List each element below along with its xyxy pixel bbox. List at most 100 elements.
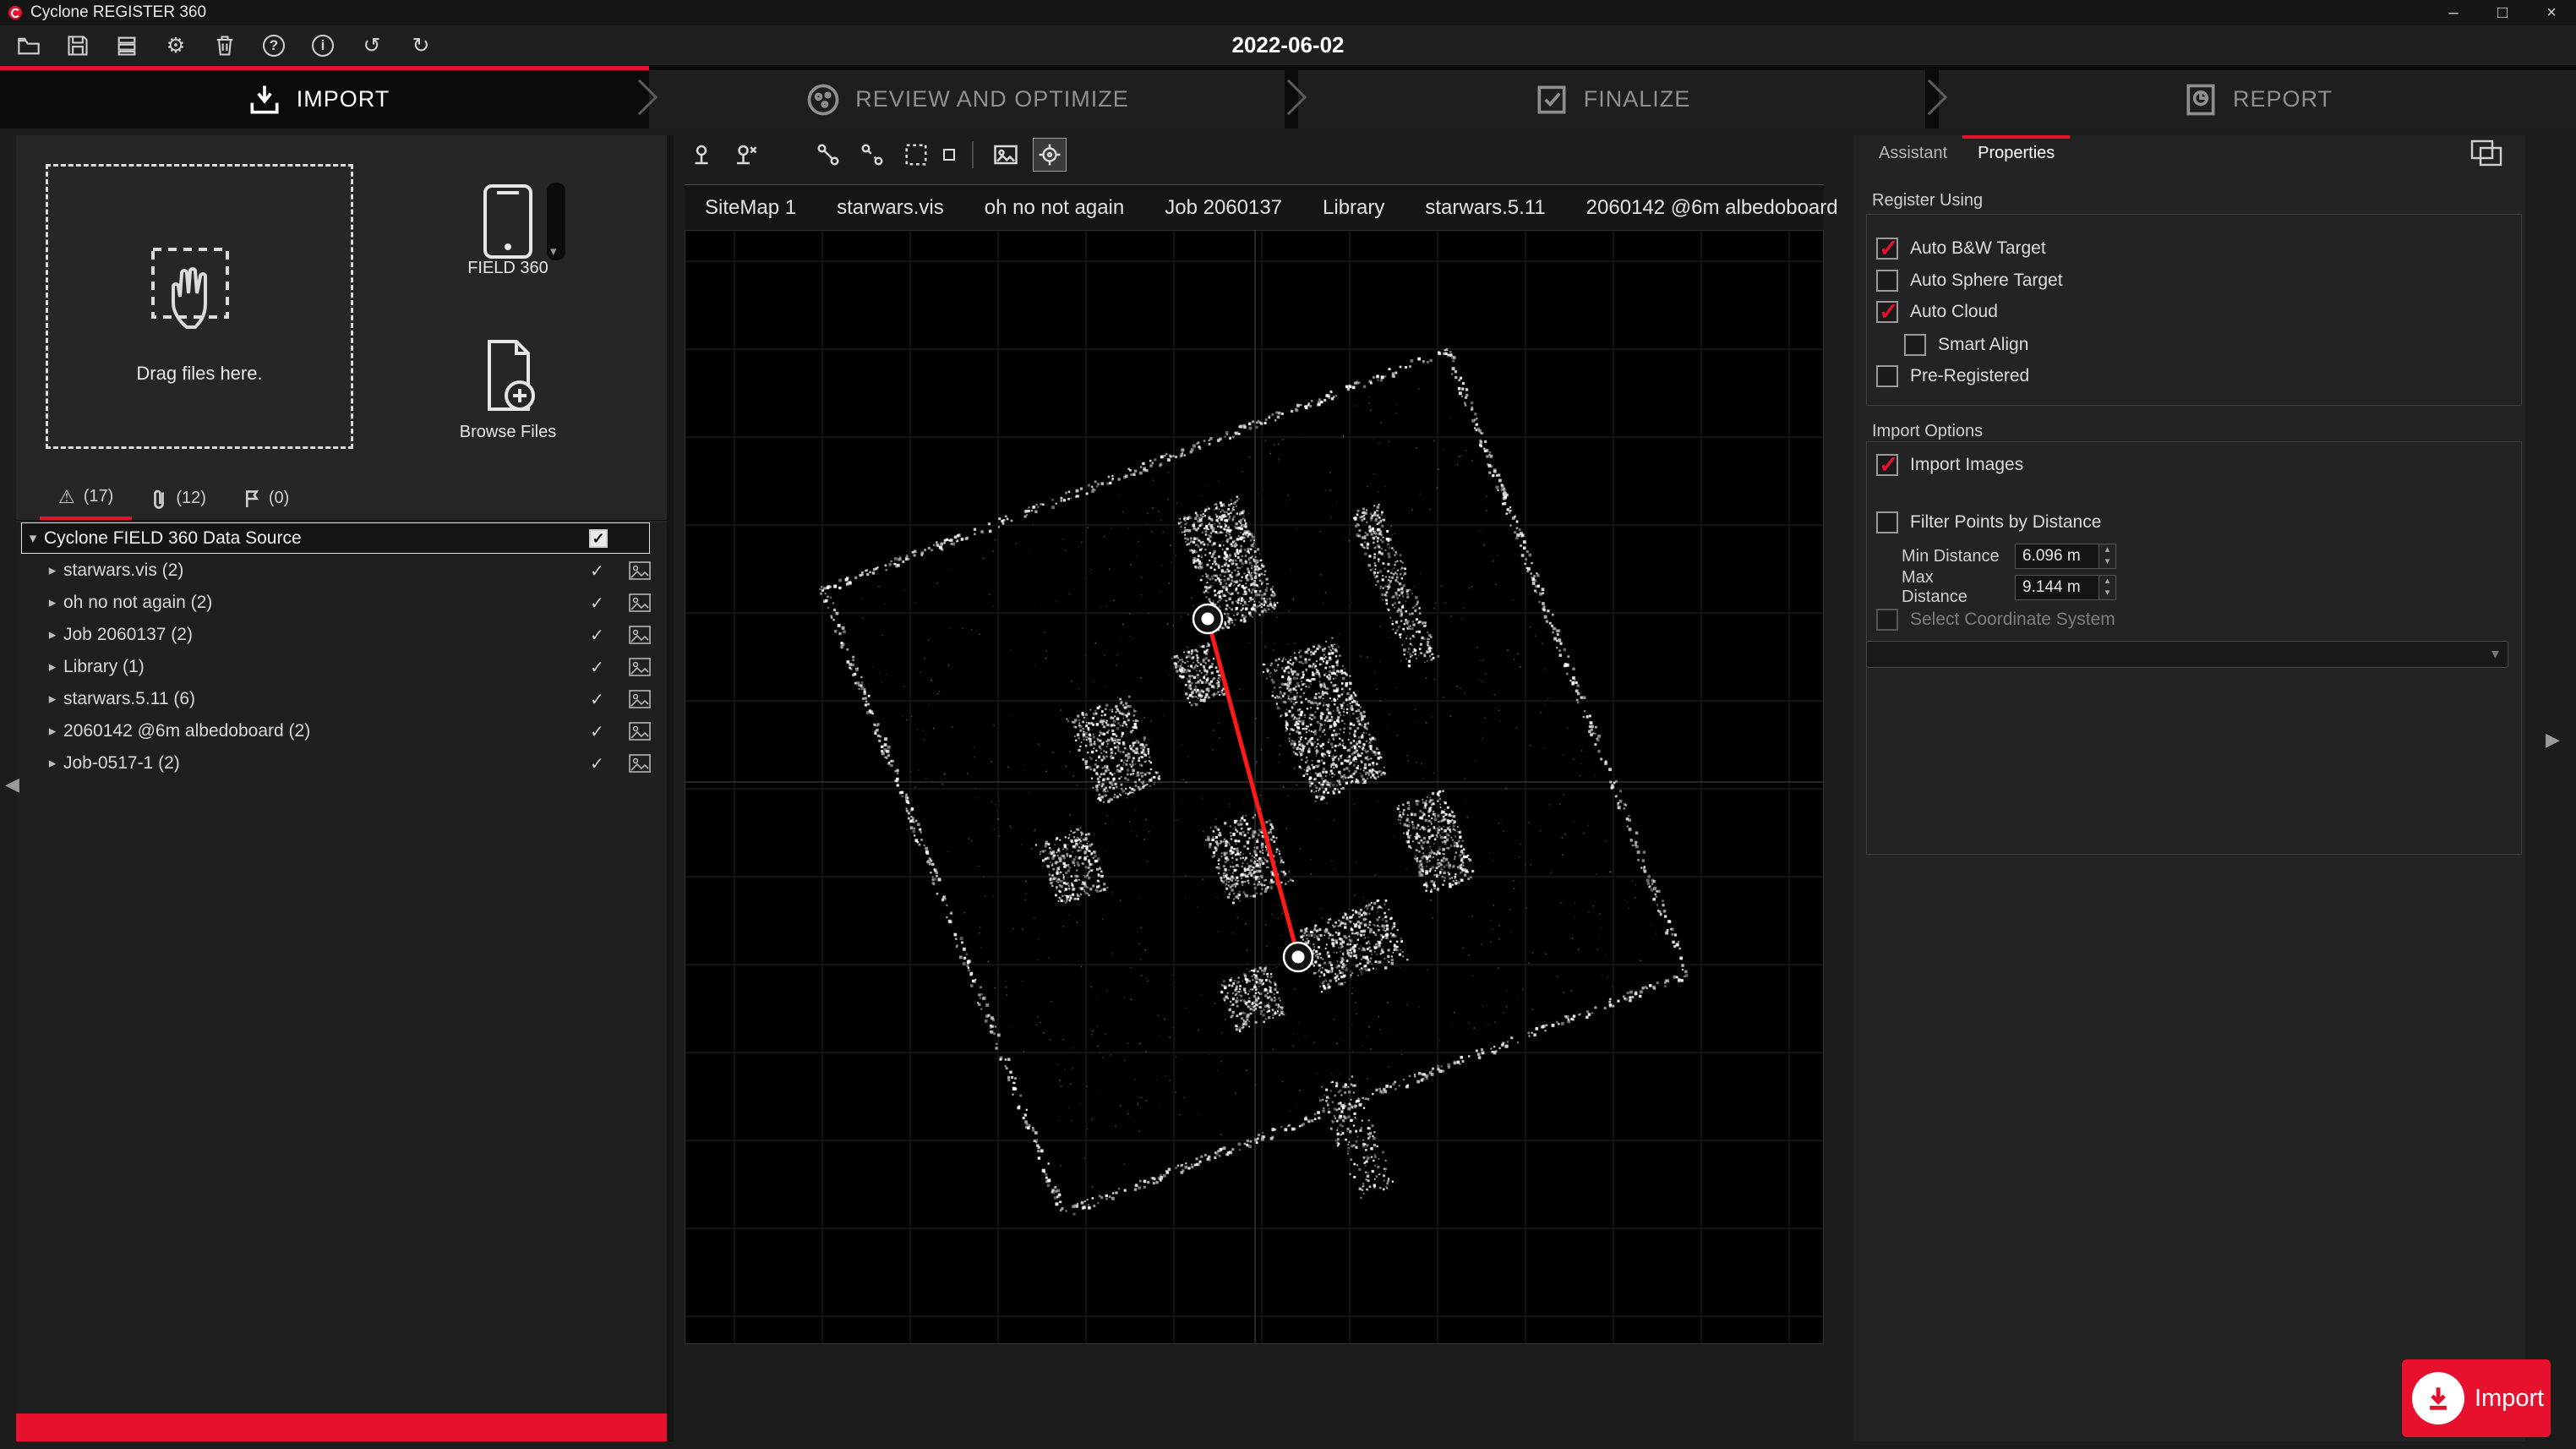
checkbox-row-auto-cloud[interactable]: ✓ Auto Cloud [1876,297,1998,327]
expand-right-panel-icon[interactable]: ▶ [2546,729,2560,751]
maximize-button[interactable]: □ [2478,0,2527,25]
tab-properties[interactable]: Properties [1962,135,2070,170]
image-icon[interactable] [628,625,652,645]
coordinate-system-dropdown[interactable]: ▾ [1866,641,2508,668]
layout-switch-icon[interactable] [2470,139,2503,167]
min-distance-label: Min Distance [1902,547,2003,566]
field-360-scroll-handle[interactable]: ▾ [547,183,565,260]
close-button[interactable]: × [2527,0,2576,25]
checkbox[interactable]: ✓ [1904,334,1926,356]
tab-attachments[interactable]: (12) [132,477,225,520]
image-icon[interactable] [628,593,652,613]
image-icon[interactable] [628,753,652,774]
tree-root-row[interactable]: ▾ Cyclone FIELD 360 Data Source ✓ [21,522,650,554]
caret-right-icon[interactable]: ▸ [41,691,63,708]
add-setup-icon[interactable] [685,138,718,172]
redo-icon[interactable]: ↻ [407,32,434,59]
sitemap-tab[interactable]: SiteMap 1 [685,186,816,230]
checkbox[interactable]: ✓ [1876,609,1898,631]
tree-item[interactable]: ▸ starwars.5.11 (6) ✓ [21,683,650,715]
image-icon[interactable] [628,657,652,677]
settings-gear-icon[interactable]: ⚙ [162,32,189,59]
help-icon[interactable]: ? [260,32,287,59]
caret-down-icon[interactable]: ▾ [22,530,44,547]
sitemap-tab[interactable]: oh no not again [964,186,1144,230]
image-icon[interactable] [628,721,652,741]
import-button[interactable]: Import [2402,1359,2551,1437]
checkbox[interactable]: ✓ [1876,511,1898,533]
checkbox[interactable]: ✓ [1876,454,1898,476]
delete-icon[interactable] [211,32,238,59]
tree-item[interactable]: ▸ starwars.vis (2) ✓ [21,555,650,587]
sitemap-tab[interactable]: starwars.vis [816,186,964,230]
workflow-step-import[interactable]: IMPORT [0,70,636,128]
checkbox-row-coordinate-system[interactable]: ✓ Select Coordinate System [1876,604,2115,635]
tab-warnings[interactable]: ⚠ (17) [40,477,132,520]
min-distance-input[interactable]: 6.096 m [2015,544,2099,569]
visual-alignment-icon[interactable] [1033,138,1067,172]
checkbox-row-pre-registered[interactable]: ✓ Pre-Registered [1876,361,2029,391]
field-360-device-icon[interactable] [480,183,536,260]
spinner-up-icon[interactable]: ▴ [2099,544,2115,556]
sitemap-tab[interactable]: 2060142 @6m albedoboard [1566,186,1858,230]
root-checkbox[interactable]: ✓ [589,529,608,548]
auto-cloud-icon[interactable] [899,138,933,172]
checkbox-row-smart-align[interactable]: ✓ Smart Align [1904,330,2028,360]
tree-item[interactable]: ▸ Library (1) ✓ [21,651,650,683]
max-distance-input[interactable]: 9.144 m [2015,575,2099,600]
checkbox[interactable]: ✓ [1876,270,1898,292]
checkbox-row-auto-bw-target[interactable]: ✓ Auto B&W Target [1876,233,2046,264]
workflow-step-review[interactable]: REVIEW AND OPTIMIZE [649,70,1285,128]
collapse-left-panel-icon[interactable]: ◀ [5,774,19,796]
left-panel-scrollbar[interactable] [667,135,674,1441]
browse-files-icon[interactable] [483,338,535,413]
image-icon[interactable] [628,560,652,581]
tab-flagged[interactable]: (0) [225,477,308,520]
caret-right-icon[interactable]: ▸ [41,562,63,579]
caret-right-icon[interactable]: ▸ [41,594,63,611]
checkbox[interactable]: ✓ [1876,301,1898,323]
spinner-down-icon[interactable]: ▾ [2099,556,2115,568]
tree-item-label: Job 2060137 (2) [63,625,650,645]
checkbox[interactable]: ✓ [1876,365,1898,387]
undo-icon[interactable]: ↺ [358,32,385,59]
caret-right-icon[interactable]: ▸ [41,659,63,675]
open-project-icon[interactable] [15,32,42,59]
sitemap-tab[interactable]: Library [1302,186,1405,230]
tree-item[interactable]: ▸ Job 2060137 (2) ✓ [21,619,650,651]
checkbox[interactable]: ✓ [1876,238,1898,260]
minimize-button[interactable]: – [2429,0,2478,25]
remove-setup-icon[interactable] [729,138,762,172]
color-swatch[interactable] [943,149,955,161]
tree-item[interactable]: ▸ 2060142 @6m albedoboard (2) ✓ [21,715,650,747]
tree-item[interactable]: ▸ oh no not again (2) ✓ [21,587,650,619]
storage-manager-icon[interactable] [113,32,140,59]
workflow-step-finalize[interactable]: FINALIZE [1298,70,1925,128]
snapshot-icon[interactable] [989,138,1023,172]
drag-drop-zone[interactable]: Drag files here. [46,164,353,449]
remove-link-icon[interactable] [855,138,889,172]
sitemap-tab[interactable]: Job 2060137 [1144,186,1302,230]
spinner-down-icon[interactable]: ▾ [2099,588,2115,599]
data-source-tree: ▾ Cyclone FIELD 360 Data Source ✓ ▸ star… [16,522,667,1413]
tree-item[interactable]: ▸ Job-0517-1 (2) ✓ [21,747,650,779]
checkbox-row-filter-points[interactable]: ✓ Filter Points by Distance [1876,507,2101,538]
sitemap-tab[interactable]: starwars.5.11 [1405,186,1565,230]
caret-right-icon[interactable]: ▸ [41,755,63,772]
check-icon: ✓ [590,625,604,646]
tab-assistant[interactable]: Assistant [1864,135,1962,170]
min-distance-spinner[interactable]: ▴ ▾ [2099,544,2116,569]
checkbox-row-import-images[interactable]: ✓ Import Images [1876,450,2023,480]
checkbox-row-auto-sphere-target[interactable]: ✓ Auto Sphere Target [1876,265,2063,296]
info-icon[interactable]: i [309,32,336,59]
import-download-icon [2412,1372,2464,1424]
spinner-up-icon[interactable]: ▴ [2099,576,2115,588]
max-distance-spinner[interactable]: ▴ ▾ [2099,575,2116,600]
workflow-step-report[interactable]: REPORT [1939,70,2576,128]
save-project-icon[interactable] [64,32,91,59]
caret-right-icon[interactable]: ▸ [41,723,63,740]
image-icon[interactable] [628,689,652,709]
create-link-icon[interactable] [811,138,845,172]
sitemap-canvas[interactable] [685,230,1824,1344]
caret-right-icon[interactable]: ▸ [41,626,63,643]
